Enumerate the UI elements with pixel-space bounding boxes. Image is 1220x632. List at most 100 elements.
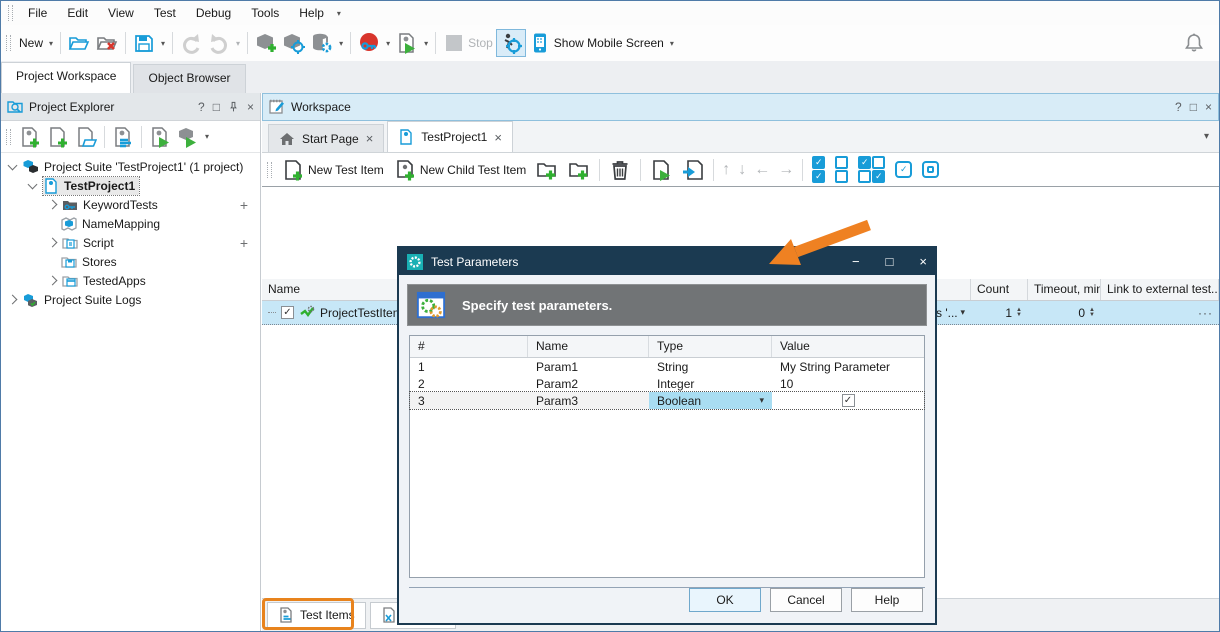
- run-project-button[interactable]: [146, 123, 174, 151]
- chevron-collapsed-icon[interactable]: [48, 276, 58, 286]
- record-button[interactable]: ▾: [355, 29, 393, 57]
- new-group-button[interactable]: [531, 156, 563, 184]
- count-spinner[interactable]: ▲▼: [1016, 308, 1022, 318]
- parameter-row[interactable]: 2 Param2 Integer 10: [410, 375, 924, 392]
- tree-item-project-suite[interactable]: Project Suite 'TestProject1' (1 project): [1, 157, 260, 176]
- run-focused-button[interactable]: [677, 156, 709, 184]
- move-down-button[interactable]: ↓: [734, 161, 750, 179]
- tree-item-keywordtests[interactable]: KeywordTests +: [1, 195, 260, 214]
- move-left-button[interactable]: ←: [750, 161, 774, 179]
- chevron-collapsed-icon[interactable]: [48, 238, 58, 248]
- cancel-button[interactable]: Cancel: [770, 588, 842, 612]
- invert-checks-button[interactable]: ✓✓: [853, 156, 890, 184]
- new-item-button[interactable]: [44, 123, 72, 151]
- new-child-group-button[interactable]: [563, 156, 595, 184]
- parameter-row[interactable]: 1 Param1 String My String Parameter: [410, 358, 924, 375]
- find-object-button[interactable]: [280, 29, 308, 57]
- tree-item-testedapps[interactable]: TestedApps: [1, 271, 260, 290]
- tab-start-page[interactable]: Start Page ×: [268, 124, 384, 152]
- chevron-collapsed-icon[interactable]: [48, 200, 58, 210]
- open-item-button[interactable]: [72, 123, 100, 151]
- pin-icon[interactable]: [228, 101, 239, 112]
- add-item-button[interactable]: +: [240, 235, 248, 251]
- column-header-link-external[interactable]: Link to external test...: [1101, 279, 1219, 300]
- toolbar-grip[interactable]: [267, 162, 272, 178]
- tab-testproject1[interactable]: TestProject1 ×: [387, 121, 513, 152]
- close-button[interactable]: ×: [1205, 100, 1212, 114]
- tree-item-namemapping[interactable]: NameMapping: [1, 214, 260, 233]
- timeout-value[interactable]: 0: [1078, 306, 1085, 320]
- menu-view[interactable]: View: [98, 3, 144, 23]
- param-value[interactable]: My String Parameter: [772, 358, 924, 375]
- close-button[interactable]: ×: [919, 254, 927, 269]
- chevron-down-icon[interactable]: ▾: [386, 39, 390, 48]
- chevron-down-icon[interactable]: ▾: [424, 39, 428, 48]
- param-name[interactable]: Param1: [528, 358, 649, 375]
- add-new-item-button[interactable]: [252, 29, 280, 57]
- close-tab-icon[interactable]: ×: [366, 131, 374, 146]
- help-button[interactable]: Help: [851, 588, 923, 612]
- menu-edit[interactable]: Edit: [57, 3, 98, 23]
- param-name[interactable]: Param3: [528, 392, 649, 409]
- organize-items-button[interactable]: [109, 123, 137, 151]
- menu-file[interactable]: File: [18, 3, 57, 23]
- uncheck-item-button[interactable]: [917, 156, 944, 184]
- add-project-suite-button[interactable]: [16, 123, 44, 151]
- move-up-button[interactable]: ↑: [718, 161, 734, 179]
- count-value[interactable]: 1: [1005, 306, 1012, 320]
- check-item-button[interactable]: ✓: [890, 156, 917, 184]
- chevron-down-icon[interactable]: ▾: [205, 132, 209, 141]
- help-button[interactable]: ?: [1175, 100, 1182, 114]
- column-header-timeout[interactable]: Timeout, min: [1028, 279, 1101, 300]
- close-tab-icon[interactable]: ×: [494, 130, 502, 145]
- param-type[interactable]: Integer: [649, 375, 772, 392]
- column-header-type[interactable]: Type: [649, 336, 772, 357]
- menu-tools[interactable]: Tools: [241, 3, 289, 23]
- type-dropdown-icon[interactable]: ▾: [759, 395, 764, 406]
- chevron-down-icon[interactable]: ▾: [339, 39, 343, 48]
- chevron-collapsed-icon[interactable]: [8, 295, 18, 305]
- database-settings-button[interactable]: ▾: [308, 29, 346, 57]
- check-all-button[interactable]: ✓✓: [807, 156, 830, 184]
- new-button[interactable]: New ▾: [16, 29, 56, 57]
- column-header-number[interactable]: #: [410, 336, 528, 357]
- move-right-button[interactable]: →: [774, 161, 798, 179]
- ok-button[interactable]: OK: [689, 588, 761, 612]
- tab-object-browser[interactable]: Object Browser: [133, 64, 245, 93]
- new-child-test-item-button[interactable]: New Child Test Item: [389, 156, 531, 184]
- chevron-expanded-icon[interactable]: [8, 160, 18, 170]
- tree-item-script[interactable]: Script +: [1, 233, 260, 252]
- notifications-button[interactable]: [1183, 32, 1205, 54]
- save-button[interactable]: ▾: [130, 29, 168, 57]
- chevron-down-icon[interactable]: ▾: [670, 39, 674, 48]
- add-item-button[interactable]: +: [240, 197, 248, 213]
- param-value[interactable]: 10: [772, 375, 924, 392]
- parameter-row-selected[interactable]: 3 Param3 Boolean ▾ ✓: [410, 392, 924, 409]
- chevron-down-icon[interactable]: ▾: [161, 39, 165, 48]
- tab-list-dropdown-icon[interactable]: ▾: [1204, 131, 1209, 142]
- menu-test[interactable]: Test: [144, 3, 186, 23]
- run-project-suite-button[interactable]: ▾: [174, 123, 212, 151]
- close-button[interactable]: ×: [247, 100, 254, 114]
- param-value-cell[interactable]: ✓: [772, 392, 924, 409]
- restore-button[interactable]: □: [1190, 100, 1197, 114]
- tab-project-workspace[interactable]: Project Workspace: [1, 62, 131, 93]
- param-name[interactable]: Param2: [528, 375, 649, 392]
- test-visualizer-toggle[interactable]: [496, 29, 526, 57]
- close-project-button[interactable]: [93, 29, 121, 57]
- new-test-item-button[interactable]: New Test Item: [277, 156, 389, 184]
- param-type-dropdown[interactable]: Boolean ▾: [649, 392, 772, 409]
- column-header-value[interactable]: Value: [772, 336, 924, 357]
- menu-debug[interactable]: Debug: [186, 3, 241, 23]
- toolbar-grip[interactable]: [8, 5, 13, 21]
- undo-button[interactable]: [177, 29, 205, 57]
- run-test-button[interactable]: ▾: [393, 29, 431, 57]
- workspace-header[interactable]: Workspace ? □ ×: [262, 93, 1219, 121]
- run-selected-button[interactable]: [645, 156, 677, 184]
- chevron-down-icon[interactable]: ▾: [236, 39, 240, 48]
- redo-button[interactable]: ▾: [205, 29, 243, 57]
- tree-item-testproject1[interactable]: TestProject1: [1, 176, 260, 195]
- open-button[interactable]: [65, 29, 93, 57]
- column-header-count[interactable]: Count: [971, 279, 1028, 300]
- restore-button[interactable]: □: [213, 100, 220, 114]
